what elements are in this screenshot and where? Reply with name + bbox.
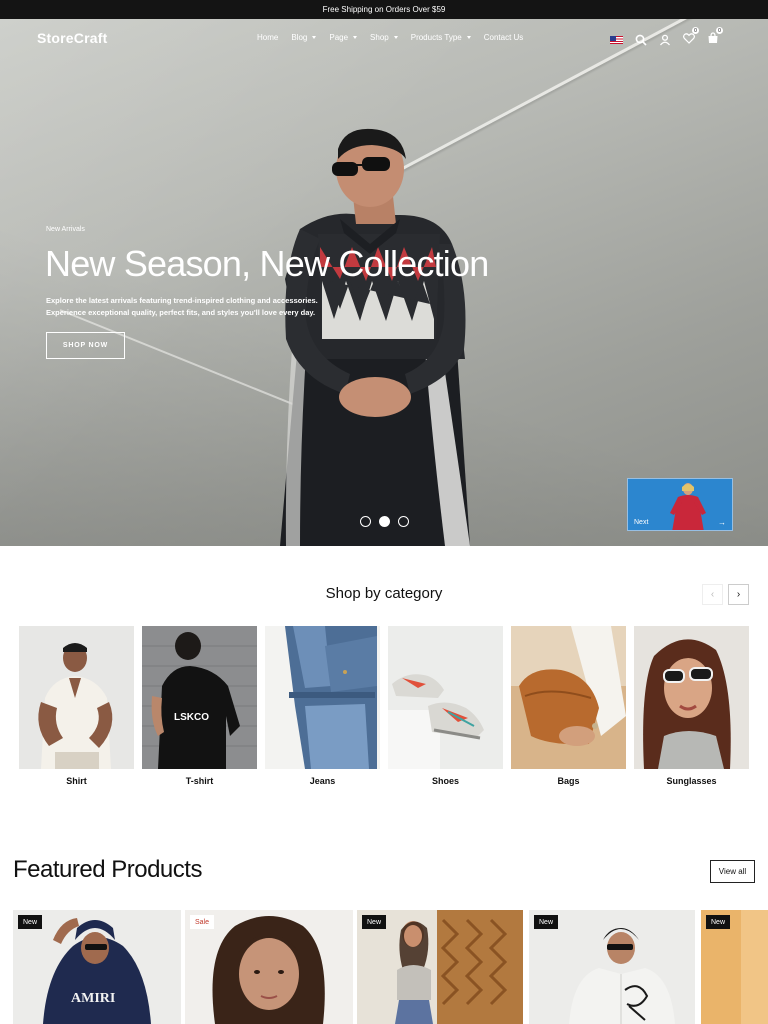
product-badge-sale: Sale <box>190 915 215 929</box>
category-card-jeans[interactable]: Jeans <box>265 626 380 792</box>
user-icon[interactable] <box>659 34 671 46</box>
category-image-shirt <box>19 626 134 769</box>
category-label: T-shirt <box>185 776 214 786</box>
category-image-bags <box>511 626 626 769</box>
next-slide-label: Next <box>634 519 649 526</box>
shop-now-button[interactable]: SHOP NOW <box>46 332 125 359</box>
product-badge-new: New <box>534 915 559 929</box>
chevron-right-icon: › <box>736 589 741 600</box>
slide-dot-3[interactable] <box>398 516 409 527</box>
category-card-sunglasses[interactable]: Sunglasses <box>634 626 749 792</box>
cart-button[interactable]: 0 <box>707 27 723 49</box>
slide-dot-1[interactable] <box>360 516 371 527</box>
nav-item-blog[interactable]: Blog <box>291 33 317 42</box>
wishlist-button[interactable]: 0 <box>683 27 699 49</box>
category-card-bags[interactable]: Bags <box>511 626 626 792</box>
category-next-button[interactable]: › <box>728 584 749 605</box>
next-slide-preview[interactable]: Next → <box>627 478 733 531</box>
heart-icon <box>683 33 695 44</box>
product-badge-new: New <box>362 915 387 929</box>
product-card[interactable]: New AMIRI <box>13 910 181 1024</box>
category-image-shoes <box>388 626 503 769</box>
chevron-down-icon <box>466 36 471 39</box>
category-image-jeans <box>265 626 380 769</box>
category-prev-button[interactable]: ‹ <box>702 584 723 605</box>
category-image-t-shirt: LSKCO <box>142 626 257 769</box>
search-icon[interactable] <box>635 34 647 46</box>
nav-icons: 0 0 <box>610 27 723 49</box>
nav-item-products-type[interactable]: Products Type <box>411 33 471 42</box>
nav-item-shop[interactable]: Shop <box>370 33 398 42</box>
product-card[interactable]: New <box>357 910 523 1024</box>
category-label: Bags <box>557 776 580 786</box>
product-card[interactable]: New <box>701 910 768 1024</box>
category-label: Sunglasses <box>666 776 717 786</box>
nav-item-label: Shop <box>370 33 389 42</box>
announcement-text: Free Shipping on Orders Over $59 <box>322 5 446 14</box>
cart-icon <box>708 32 718 43</box>
hero-slide-dots <box>360 516 409 527</box>
product-card[interactable]: Sale <box>185 910 353 1024</box>
slide-dot-2[interactable] <box>379 516 390 527</box>
category-label: Jeans <box>309 776 336 786</box>
nav-item-label: Home <box>257 33 279 42</box>
svg-text:LSKCO: LSKCO <box>174 712 209 723</box>
category-section-title: Shop by category <box>325 585 443 602</box>
category-card-shirt[interactable]: Shirt <box>19 626 134 792</box>
category-card-t-shirt[interactable]: LSKCO T-shirt <box>142 626 257 792</box>
hero-description: Explore the latest arrivals featuring tr… <box>46 296 318 317</box>
product-badge-new: New <box>706 915 731 929</box>
featured-section-title: Featured Products <box>13 856 202 883</box>
chevron-down-icon <box>312 36 317 39</box>
nav-item-label: Blog <box>291 33 308 42</box>
hero-title: New Season, New Collection <box>45 243 489 284</box>
svg-text:AMIRI: AMIRI <box>71 991 115 1006</box>
wishlist-count-badge: 0 <box>692 27 699 34</box>
nav-item-home[interactable]: Home <box>257 33 278 42</box>
nav-item-label: Products Type <box>410 33 462 42</box>
product-badge-new: New <box>18 915 43 929</box>
main-nav: StoreCraft Home Blog Page Shop Products … <box>0 19 768 59</box>
cart-count-badge: 0 <box>716 27 723 34</box>
category-label: Shoes <box>431 776 459 786</box>
arrow-right-icon: → <box>718 518 726 527</box>
chevron-down-icon <box>393 36 398 39</box>
nav-item-contact-us[interactable]: Contact Us <box>484 33 524 42</box>
category-card-shoes[interactable]: Shoes <box>388 626 503 792</box>
nav-item-page[interactable]: Page <box>329 33 358 42</box>
announcement-bar: Free Shipping on Orders Over $59 <box>0 0 768 19</box>
chevron-down-icon <box>353 36 358 39</box>
nav-menu: Home Blog Page Shop Products Type Contac… <box>257 33 523 42</box>
us-flag-icon[interactable] <box>610 36 623 44</box>
product-card[interactable]: New <box>529 910 695 1024</box>
hero-banner: New Arrivals New Season, New Collection … <box>0 19 768 546</box>
hero-eyebrow: New Arrivals <box>46 226 85 233</box>
nav-item-label: Contact Us <box>483 33 524 42</box>
category-image-sunglasses <box>634 626 749 769</box>
site-logo[interactable]: StoreCraft <box>37 30 107 46</box>
view-all-button[interactable]: View all <box>710 860 755 883</box>
nav-item-label: Page <box>329 33 349 42</box>
category-label: Shirt <box>66 776 87 786</box>
chevron-left-icon: ‹ <box>710 589 715 600</box>
